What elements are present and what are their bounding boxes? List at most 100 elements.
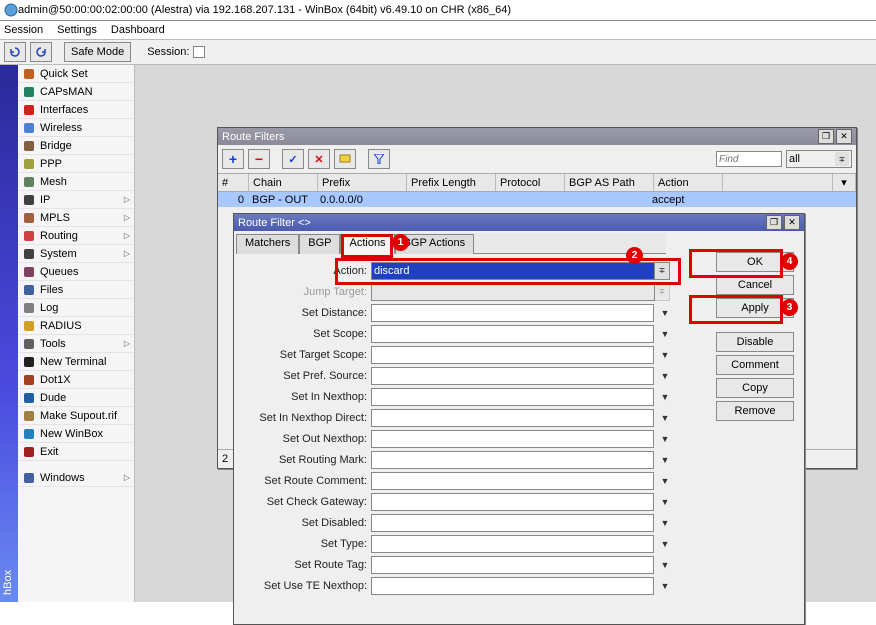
col-prefix[interactable]: Prefix [318,174,407,191]
expand-arrow-icon[interactable]: ▼ [660,518,670,528]
add-button[interactable]: + [222,149,244,169]
expand-arrow-icon[interactable]: ▼ [660,497,670,507]
link-icon [22,157,36,171]
field-input[interactable] [371,367,654,385]
expand-arrow-icon[interactable]: ▼ [660,539,670,549]
sidebar-label: New WinBox [40,428,103,440]
expand-arrow-icon[interactable]: ▼ [660,350,670,360]
sidebar-item-quick-set[interactable]: Quick Set [18,65,134,83]
filter-button[interactable] [368,149,390,169]
chevron-right-icon: ▷ [124,339,130,348]
col-chain[interactable]: Chain [249,174,318,191]
field-input[interactable] [371,493,654,511]
sidebar-item-wireless[interactable]: Wireless [18,119,134,137]
field-input[interactable] [371,451,654,469]
field-label: Set In Nexthop: [242,391,371,403]
grid-row-0[interactable]: 0 BGP - OUT 0.0.0.0/0 accept [218,192,856,207]
undo-button[interactable] [4,42,26,62]
sidebar-item-new-winbox[interactable]: New WinBox [18,425,134,443]
route-filters-titlebar[interactable]: Route Filters ❐ ✕ [218,128,856,145]
sidebar-item-capsman[interactable]: CAPsMAN [18,83,134,101]
expand-arrow-icon[interactable]: ▼ [660,329,670,339]
sidebar-item-dot1x[interactable]: Dot1X [18,371,134,389]
field-input[interactable] [371,535,654,553]
col-prefix-length[interactable]: Prefix Length [407,174,496,191]
cancel-button[interactable]: Cancel [716,275,794,295]
sidebar-item-queues[interactable]: Queues [18,263,134,281]
field-input[interactable] [371,430,654,448]
sidebar-item-tools[interactable]: Tools▷ [18,335,134,353]
enable-button[interactable]: ✓ [282,149,304,169]
expand-arrow-icon[interactable]: ▼ [660,392,670,402]
field-input[interactable] [371,472,654,490]
menu-dashboard[interactable]: Dashboard [111,24,165,36]
filter-scope-dropdown[interactable]: all∓ [786,150,852,168]
field-input[interactable] [371,325,654,343]
sidebar-item-radius[interactable]: RADIUS [18,317,134,335]
copy-button[interactable]: Copy [716,378,794,398]
field-input[interactable] [371,514,654,532]
close-icon[interactable]: ✕ [784,215,800,230]
comment-button[interactable] [334,149,356,169]
field-input[interactable] [371,556,654,574]
sidebar-item-make-supout-rif[interactable]: Make Supout.rif [18,407,134,425]
sidebar-label: Routing [40,230,78,242]
col-protocol[interactable]: Protocol [496,174,565,191]
field-input[interactable] [371,577,654,595]
sidebar-item-files[interactable]: Files [18,281,134,299]
expand-arrow-icon[interactable]: ▼ [660,476,670,486]
restore-icon[interactable]: ❐ [818,129,834,144]
tab-bgp-actions[interactable]: BGP Actions [395,234,475,254]
tab-bgp[interactable]: BGP [299,234,340,254]
comment-button[interactable]: Comment [716,355,794,375]
disable-button[interactable]: Disable [716,332,794,352]
expand-arrow-icon[interactable]: ▼ [660,308,670,318]
action-dropdown-arrow[interactable]: ∓ [655,262,670,280]
sidebar-item-dude[interactable]: Dude [18,389,134,407]
sidebar-item-exit[interactable]: Exit [18,443,134,461]
expand-arrow-icon[interactable]: ▼ [660,560,670,570]
safe-mode-button[interactable]: Safe Mode [64,42,131,62]
expand-arrow-icon[interactable]: ▼ [660,413,670,423]
remove-button[interactable]: − [248,149,270,169]
menu-settings[interactable]: Settings [57,24,97,36]
field-label: Set Disabled: [242,517,371,529]
sidebar-item-ppp[interactable]: PPP [18,155,134,173]
field-input[interactable] [371,346,654,364]
sidebar-item-mesh[interactable]: Mesh [18,173,134,191]
sidebar-item-mpls[interactable]: MPLS▷ [18,209,134,227]
col-num[interactable]: # [218,174,249,191]
find-input[interactable] [716,151,782,167]
tab-matchers[interactable]: Matchers [236,234,299,254]
sidebar-item-system[interactable]: System▷ [18,245,134,263]
sidebar-item-new-terminal[interactable]: New Terminal [18,353,134,371]
field-input[interactable] [371,304,654,322]
sidebar-item-routing[interactable]: Routing▷ [18,227,134,245]
menu-session[interactable]: Session [4,24,43,36]
sidebar-item-windows[interactable]: Windows▷ [18,469,134,487]
col-menu-icon[interactable]: ▾ [833,174,856,191]
route-filter-titlebar[interactable]: Route Filter <> ❐ ✕ [234,214,804,231]
redo-button[interactable] [30,42,52,62]
restore-icon[interactable]: ❐ [766,215,782,230]
field-input[interactable] [371,388,654,406]
disable-button[interactable]: ✕ [308,149,330,169]
sidebar-item-ip[interactable]: IP▷ [18,191,134,209]
sidebar-item-interfaces[interactable]: Interfaces [18,101,134,119]
bridge-icon [22,139,36,153]
apply-button[interactable]: Apply [716,298,794,318]
sidebar-item-bridge[interactable]: Bridge [18,137,134,155]
expand-arrow-icon[interactable]: ▼ [660,434,670,444]
close-icon[interactable]: ✕ [836,129,852,144]
tab-actions[interactable]: Actions [340,234,394,254]
col-action[interactable]: Action [654,174,723,191]
expand-arrow-icon[interactable]: ▼ [660,455,670,465]
ok-button[interactable]: OK [716,252,794,272]
expand-arrow-icon[interactable]: ▼ [660,581,670,591]
col-bgp-as-path[interactable]: BGP AS Path [565,174,654,191]
expand-arrow-icon[interactable]: ▼ [660,371,670,381]
sidebar-item-log[interactable]: Log [18,299,134,317]
action-dropdown[interactable]: discard [371,262,655,280]
field-input[interactable] [371,409,654,427]
remove-button[interactable]: Remove [716,401,794,421]
